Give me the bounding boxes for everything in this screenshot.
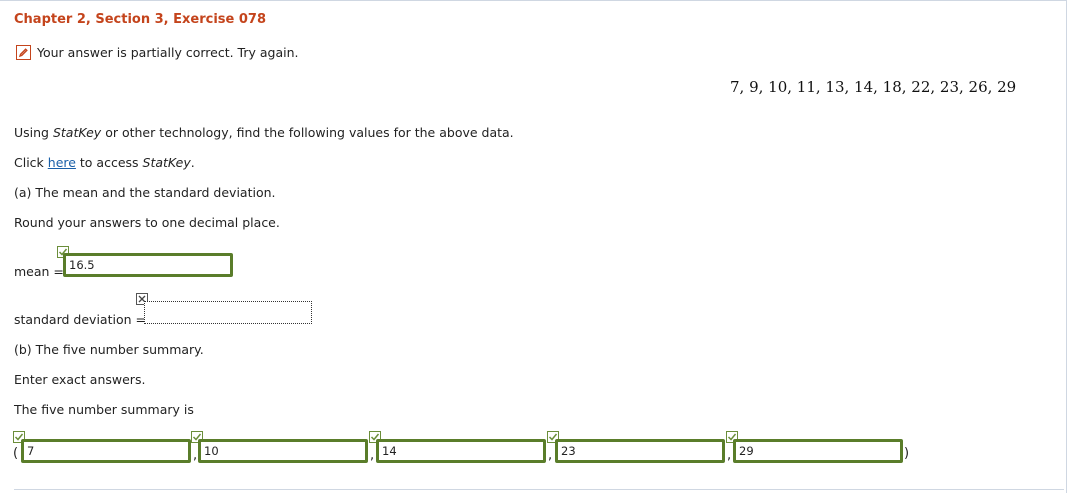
mean-label: mean =: [14, 264, 64, 279]
close-paren: ): [904, 446, 910, 461]
feedback-text: Your answer is partially correct. Try ag…: [37, 45, 299, 60]
here-link[interactable]: here: [48, 155, 76, 170]
q1-input[interactable]: [198, 439, 368, 463]
median-input[interactable]: [376, 439, 546, 463]
exact-note: Enter exact answers.: [14, 372, 146, 387]
min-input[interactable]: [21, 439, 191, 463]
comma-sep: ,: [193, 448, 198, 463]
max-input[interactable]: [733, 439, 903, 463]
sd-label: standard deviation =: [14, 312, 146, 327]
page-title: Chapter 2, Section 3, Exercise 078: [14, 12, 267, 27]
open-paren: (: [13, 446, 19, 461]
sd-input[interactable]: [144, 301, 312, 324]
part-b-heading: (b) The five number summary.: [14, 342, 204, 357]
pencil-icon: [16, 45, 31, 60]
q3-input[interactable]: [555, 439, 725, 463]
part-a-heading: (a) The mean and the standard deviation.: [14, 185, 276, 200]
instruction-line: Using StatKey or other technology, find …: [14, 125, 514, 140]
feedback-message: Your answer is partially correct. Try ag…: [16, 45, 298, 60]
round-note: Round your answers to one decimal place.: [14, 215, 280, 230]
comma-sep: ,: [727, 448, 732, 463]
data-set: 7, 9, 10, 11, 13, 14, 18, 22, 23, 26, 29: [730, 78, 1017, 96]
statkey-label: StatKey: [52, 125, 102, 140]
comma-sep: ,: [548, 448, 553, 463]
statkey-access-line: Click here to access StatKey.: [14, 155, 195, 170]
summary-label: The five number summary is: [14, 402, 194, 417]
bottom-divider: [14, 489, 1064, 490]
content-frame: [0, 0, 1067, 493]
mean-input[interactable]: [63, 253, 233, 277]
comma-sep: ,: [370, 448, 375, 463]
